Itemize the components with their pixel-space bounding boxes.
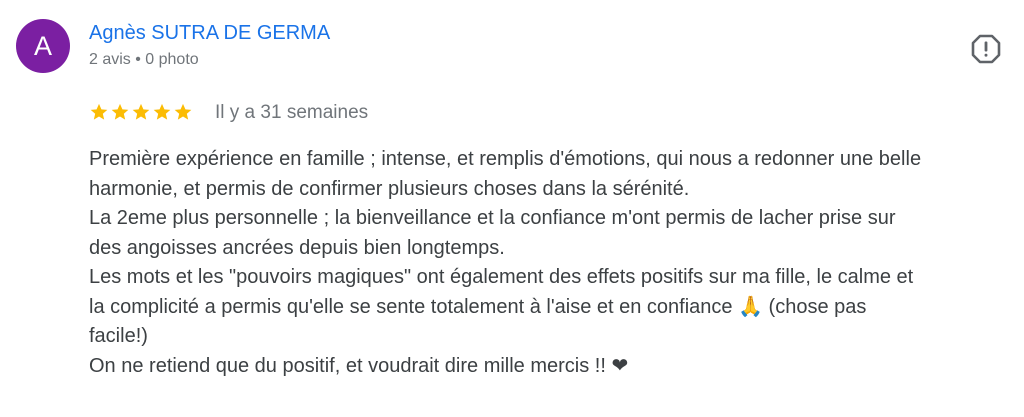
star-icon — [90, 103, 108, 120]
star-icon — [132, 103, 150, 120]
review-time: Il y a 31 semaines — [215, 102, 369, 123]
star-icon — [111, 103, 129, 120]
avatar-letter: A — [33, 30, 52, 61]
author-meta: 2 avis • 0 photo — [89, 51, 199, 68]
star-rating — [89, 102, 193, 122]
review-text-line: la complicité a permis qu'elle se sente … — [89, 295, 867, 318]
review-text-line: Première expérience en famille ; intense… — [89, 148, 922, 170]
avatar[interactable]: A — [16, 19, 70, 73]
review-card: A Agnès SUTRA DE GERMA 2 avis • 0 photo … — [0, 0, 1024, 417]
author-name-link[interactable]: Agnès SUTRA DE GERMA — [89, 21, 330, 45]
report-icon[interactable] — [970, 33, 1002, 65]
star-icon — [153, 103, 171, 120]
review-text-line: On ne retiend que du positif, et voudrai… — [89, 354, 629, 377]
star-icon — [174, 103, 192, 120]
review-text-line: Les mots et les "pouvoirs magiques" ont … — [89, 266, 914, 288]
review-text-line: des angoisses ancrées depuis bien longte… — [89, 236, 505, 259]
review-text-line: harmonie, et permis de confirmer plusieu… — [89, 177, 690, 200]
review-text-line: La 2eme plus personnelle ; la bienveilla… — [89, 207, 896, 229]
review-text: Première expérience en famille ; intense… — [89, 145, 1009, 381]
review-text-line: facile!) — [89, 325, 148, 347]
